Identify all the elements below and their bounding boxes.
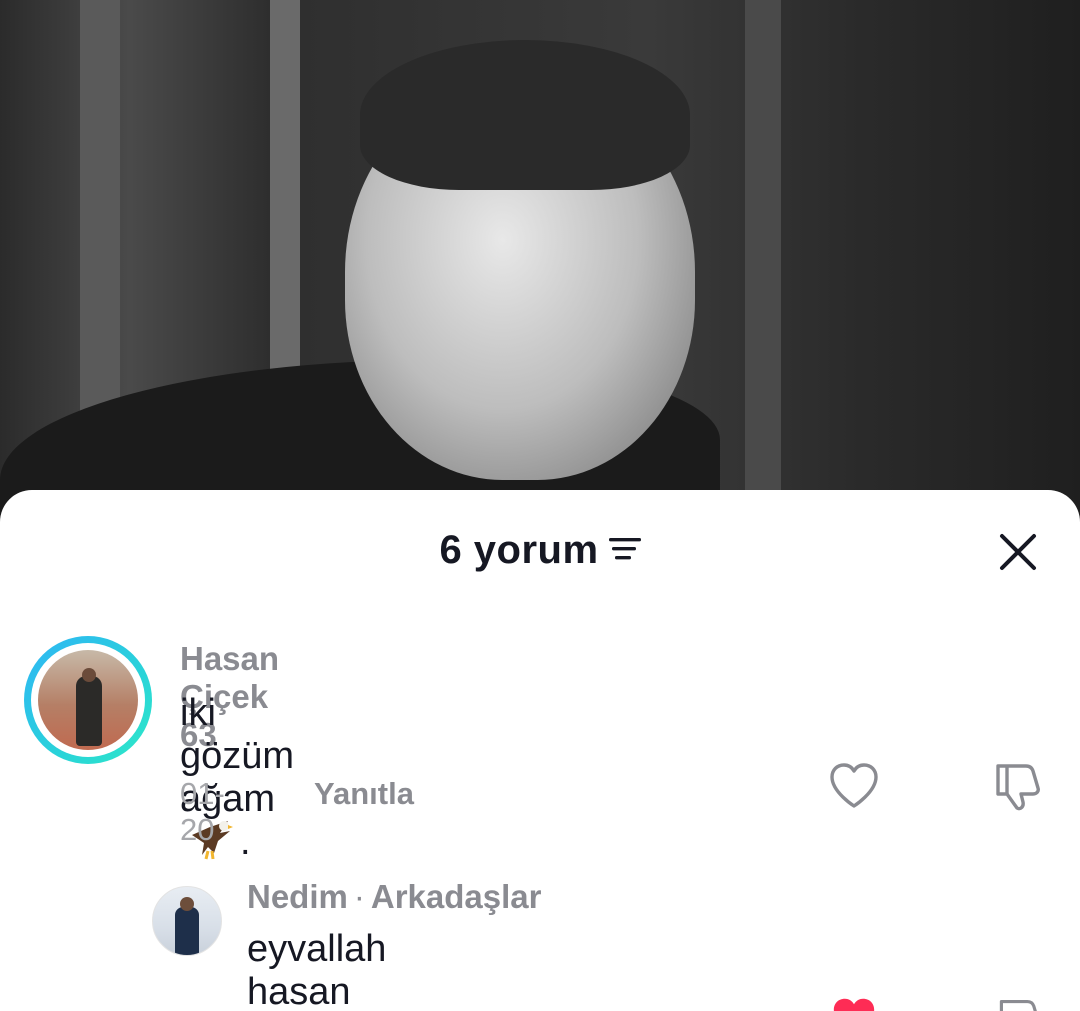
author-separator: · [353, 878, 365, 915]
close-button[interactable] [996, 530, 1040, 574]
dislike-button[interactable] [994, 996, 1044, 1011]
dislike-button[interactable] [990, 760, 1044, 814]
avatar [38, 650, 138, 750]
heart-filled-icon [833, 998, 875, 1011]
heart-outline-icon [830, 763, 878, 808]
thumbs-down-icon [996, 764, 1040, 811]
like-button[interactable] [830, 996, 878, 1011]
video-background[interactable] [0, 0, 1080, 560]
comment-author-line[interactable]: Nedim · Arkadaşlar [247, 878, 541, 916]
video-person-hair [360, 40, 690, 190]
comments-sheet: 6 yorum Hasan Çiçek 63 iki gözüm ağam. 0… [0, 490, 1080, 1011]
sort-lines-icon[interactable] [608, 527, 641, 572]
comments-count-label: 6 yorum [439, 528, 599, 572]
comment-text: eyvallah hasan abe [247, 928, 387, 1011]
comments-header: 6 yorum [0, 520, 1080, 584]
comment-body-suffix: . [240, 821, 251, 863]
friend-badge: Arkadaşlar [370, 878, 542, 915]
thumbs-down-icon [999, 999, 1037, 1011]
avatar[interactable] [152, 886, 222, 956]
comment-date: 01-20 [180, 776, 225, 847]
comment-author: Nedim [247, 878, 348, 915]
like-button[interactable] [828, 762, 880, 810]
screen: 6 yorum Hasan Çiçek 63 iki gözüm ağam. 0… [0, 0, 1080, 1011]
avatar-story-ring[interactable] [24, 636, 152, 764]
close-icon [1000, 534, 1036, 570]
reply-button[interactable]: Yanıtla [314, 776, 414, 812]
comments-count-title[interactable]: 6 yorum [0, 528, 1080, 573]
